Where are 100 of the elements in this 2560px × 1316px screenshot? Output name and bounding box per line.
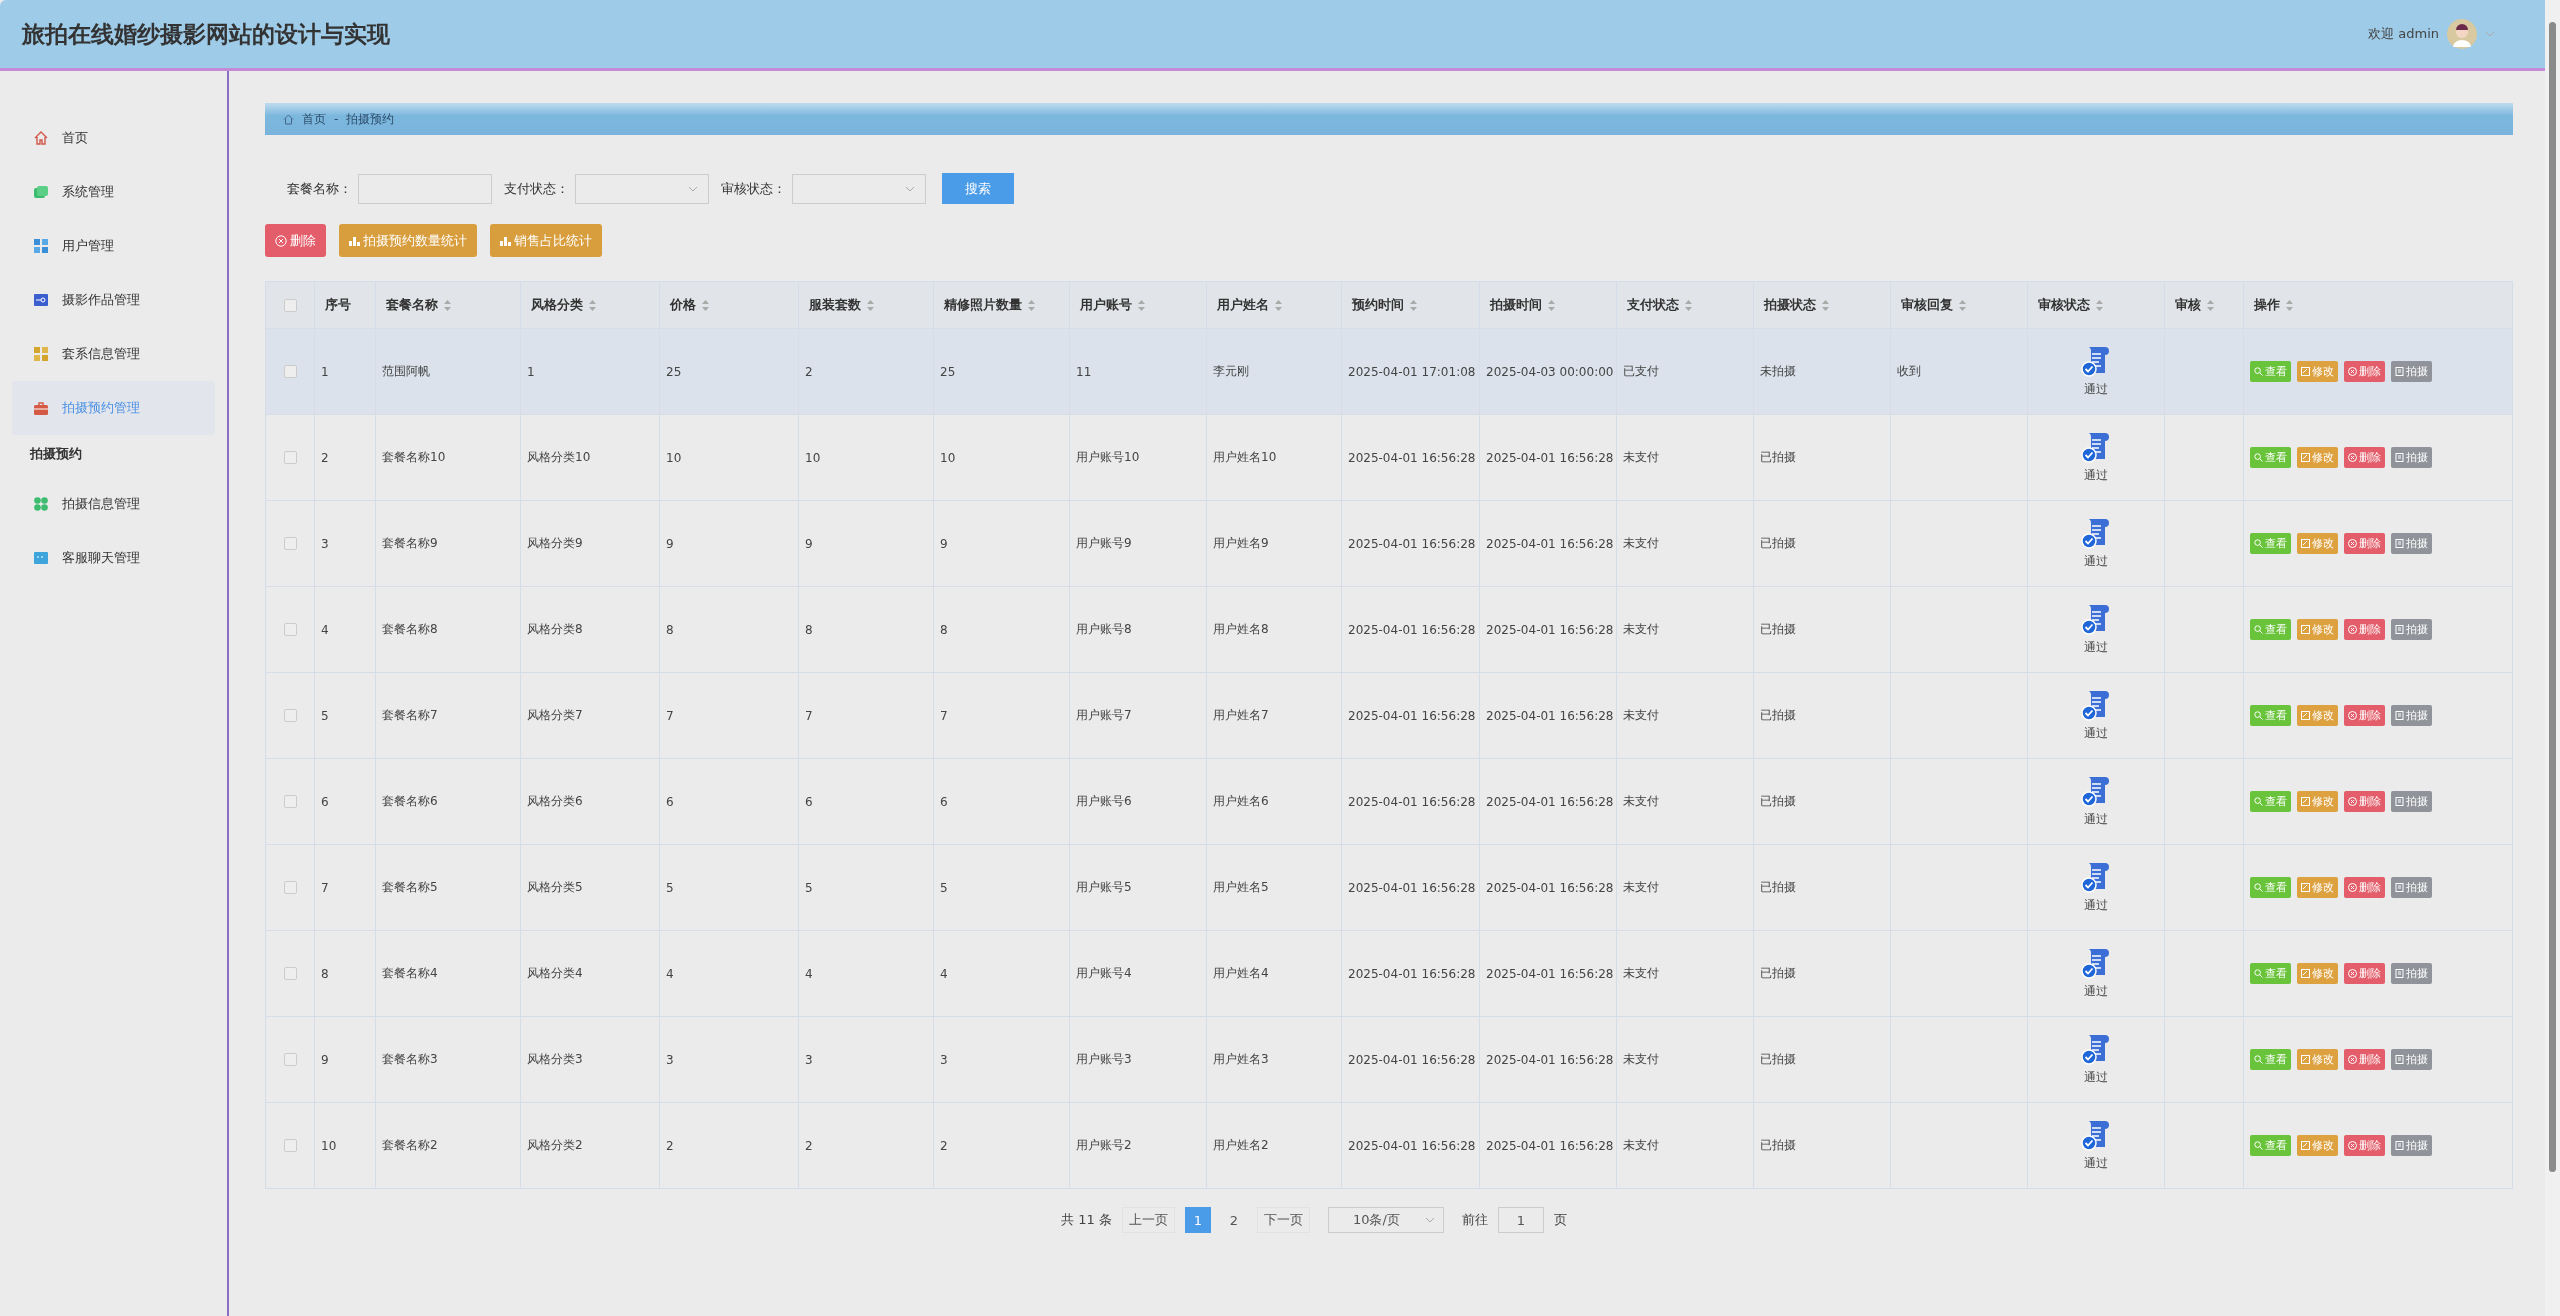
column-header[interactable]: 风格分类 bbox=[531, 296, 583, 314]
row-action-button[interactable]: 查看 bbox=[2250, 705, 2291, 726]
page-button[interactable]: 2 bbox=[1220, 1207, 1247, 1233]
breadcrumb-link[interactable]: 首页 bbox=[302, 110, 326, 128]
page-button[interactable]: 1 bbox=[1184, 1207, 1211, 1233]
column-header[interactable]: 审核 bbox=[2175, 296, 2201, 314]
document-icon bbox=[2395, 711, 2404, 720]
next-page-button[interactable]: 下一页 bbox=[1256, 1207, 1310, 1233]
row-action-button[interactable]: 修改 bbox=[2297, 361, 2338, 382]
row-action-button[interactable]: 拍摄 bbox=[2391, 1049, 2432, 1070]
input-field[interactable] bbox=[358, 173, 492, 204]
row-action-button[interactable]: 拍摄 bbox=[2391, 619, 2432, 640]
row-action-button[interactable]: 拍摄 bbox=[2391, 447, 2432, 468]
row-action-button[interactable]: 拍摄 bbox=[2391, 533, 2432, 554]
row-checkbox[interactable] bbox=[283, 709, 297, 722]
row-action-button[interactable]: 删除 bbox=[2344, 877, 2385, 898]
row-action-button[interactable]: 修改 bbox=[2297, 963, 2338, 984]
table-cell: 6 bbox=[805, 794, 813, 809]
row-action-button[interactable]: 修改 bbox=[2297, 619, 2338, 640]
column-header[interactable]: 审核回复 bbox=[1901, 296, 1953, 314]
row-action-button[interactable]: 拍摄 bbox=[2391, 361, 2432, 382]
row-action-button[interactable]: 查看 bbox=[2250, 791, 2291, 812]
row-action-button[interactable]: 拍摄 bbox=[2391, 877, 2432, 898]
column-header[interactable]: 拍摄时间 bbox=[1490, 296, 1542, 314]
page-size-select[interactable]: 10条/页 bbox=[1327, 1207, 1444, 1233]
search-button[interactable]: 搜索 bbox=[942, 173, 1014, 204]
row-action-button[interactable]: 删除 bbox=[2344, 791, 2385, 812]
column-header[interactable]: 支付状态 bbox=[1627, 296, 1679, 314]
row-checkbox[interactable] bbox=[283, 881, 297, 894]
table-cell: 用户账号8 bbox=[1076, 621, 1132, 638]
row-action-button[interactable]: 删除 bbox=[2344, 619, 2385, 640]
close-circle-icon bbox=[2348, 711, 2357, 720]
column-header[interactable]: 预约时间 bbox=[1352, 296, 1404, 314]
row-checkbox[interactable] bbox=[283, 365, 297, 378]
row-action-button[interactable]: 修改 bbox=[2297, 705, 2338, 726]
row-action-button[interactable]: 修改 bbox=[2297, 877, 2338, 898]
sidebar-item[interactable]: 客服聊天管理 bbox=[12, 531, 215, 585]
sidebar-item[interactable]: 拍摄预约管理 bbox=[12, 381, 215, 435]
sidebar-item[interactable]: 拍摄信息管理 bbox=[12, 477, 215, 531]
column-header[interactable]: 用户姓名 bbox=[1217, 296, 1269, 314]
column-header[interactable]: 操作 bbox=[2254, 296, 2280, 314]
row-checkbox[interactable] bbox=[283, 1139, 297, 1152]
column-header[interactable]: 审核状态 bbox=[2038, 296, 2090, 314]
select-field[interactable] bbox=[792, 173, 926, 204]
row-action-button[interactable]: 查看 bbox=[2250, 963, 2291, 984]
row-action-button[interactable]: 删除 bbox=[2344, 1135, 2385, 1156]
row-checkbox[interactable] bbox=[283, 967, 297, 980]
filter-label: 支付状态： bbox=[504, 179, 569, 198]
select-field[interactable] bbox=[575, 173, 709, 204]
row-action-button[interactable]: 修改 bbox=[2297, 1135, 2338, 1156]
statistics-button[interactable]: 拍摄预约数量统计 bbox=[339, 224, 477, 257]
table-cell: 2025-04-01 16:56:28 bbox=[1348, 880, 1476, 895]
column-header[interactable]: 拍摄状态 bbox=[1764, 296, 1816, 314]
row-action-button[interactable]: 查看 bbox=[2250, 1049, 2291, 1070]
row-checkbox[interactable] bbox=[283, 795, 297, 808]
sidebar-item[interactable]: 摄影作品管理 bbox=[12, 273, 215, 327]
row-action-button[interactable]: 查看 bbox=[2250, 877, 2291, 898]
row-checkbox[interactable] bbox=[283, 537, 297, 550]
row-action-button[interactable]: 拍摄 bbox=[2391, 791, 2432, 812]
row-action-button[interactable]: 拍摄 bbox=[2391, 705, 2432, 726]
table-cell: 3 bbox=[940, 1052, 948, 1067]
scrollbar[interactable] bbox=[2545, 0, 2560, 1316]
breadcrumb-link[interactable]: 拍摄预约 bbox=[346, 110, 395, 128]
row-action-button[interactable]: 查看 bbox=[2250, 1135, 2291, 1156]
row-action-button[interactable]: 修改 bbox=[2297, 533, 2338, 554]
table-cell: 收到 bbox=[1897, 363, 1921, 380]
column-header[interactable]: 价格 bbox=[670, 296, 696, 314]
column-header[interactable]: 套餐名称 bbox=[386, 296, 438, 314]
sidebar-item[interactable]: 首页 bbox=[12, 111, 215, 165]
row-action-button[interactable]: 拍摄 bbox=[2391, 1135, 2432, 1156]
sort-icon bbox=[1685, 299, 1692, 311]
row-action-button[interactable]: 删除 bbox=[2344, 533, 2385, 554]
column-header[interactable]: 用户账号 bbox=[1080, 296, 1132, 314]
goto-page-field[interactable]: 1 bbox=[1497, 1207, 1544, 1233]
avatar[interactable] bbox=[2447, 19, 2477, 49]
row-action-button[interactable]: 修改 bbox=[2297, 1049, 2338, 1070]
column-header[interactable]: 服装套数 bbox=[809, 296, 861, 314]
sidebar-item[interactable]: 用户管理 bbox=[12, 219, 215, 273]
row-action-button[interactable]: 修改 bbox=[2297, 447, 2338, 468]
row-action-button[interactable]: 修改 bbox=[2297, 791, 2338, 812]
row-action-button[interactable]: 删除 bbox=[2344, 963, 2385, 984]
row-action-button[interactable]: 查看 bbox=[2250, 361, 2291, 382]
row-action-button[interactable]: 删除 bbox=[2344, 1049, 2385, 1070]
prev-page-button[interactable]: 上一页 bbox=[1121, 1207, 1175, 1233]
row-action-button[interactable]: 删除 bbox=[2344, 447, 2385, 468]
select-all-checkbox[interactable] bbox=[283, 298, 297, 312]
row-action-button[interactable]: 查看 bbox=[2250, 619, 2291, 640]
row-action-button[interactable]: 查看 bbox=[2250, 533, 2291, 554]
row-action-button[interactable]: 拍摄 bbox=[2391, 963, 2432, 984]
row-action-button[interactable]: 删除 bbox=[2344, 705, 2385, 726]
row-checkbox[interactable] bbox=[283, 451, 297, 464]
row-action-button[interactable]: 删除 bbox=[2344, 361, 2385, 382]
column-header[interactable]: 精修照片数量 bbox=[944, 296, 1022, 314]
row-action-button[interactable]: 查看 bbox=[2250, 447, 2291, 468]
row-checkbox[interactable] bbox=[283, 623, 297, 636]
statistics-button[interactable]: 销售占比统计 bbox=[490, 224, 602, 257]
row-checkbox[interactable] bbox=[283, 1053, 297, 1066]
sidebar-item[interactable]: 套系信息管理 bbox=[12, 327, 215, 381]
sidebar-item[interactable]: 系统管理 bbox=[12, 165, 215, 219]
delete-button[interactable]: 删除 bbox=[265, 224, 326, 257]
